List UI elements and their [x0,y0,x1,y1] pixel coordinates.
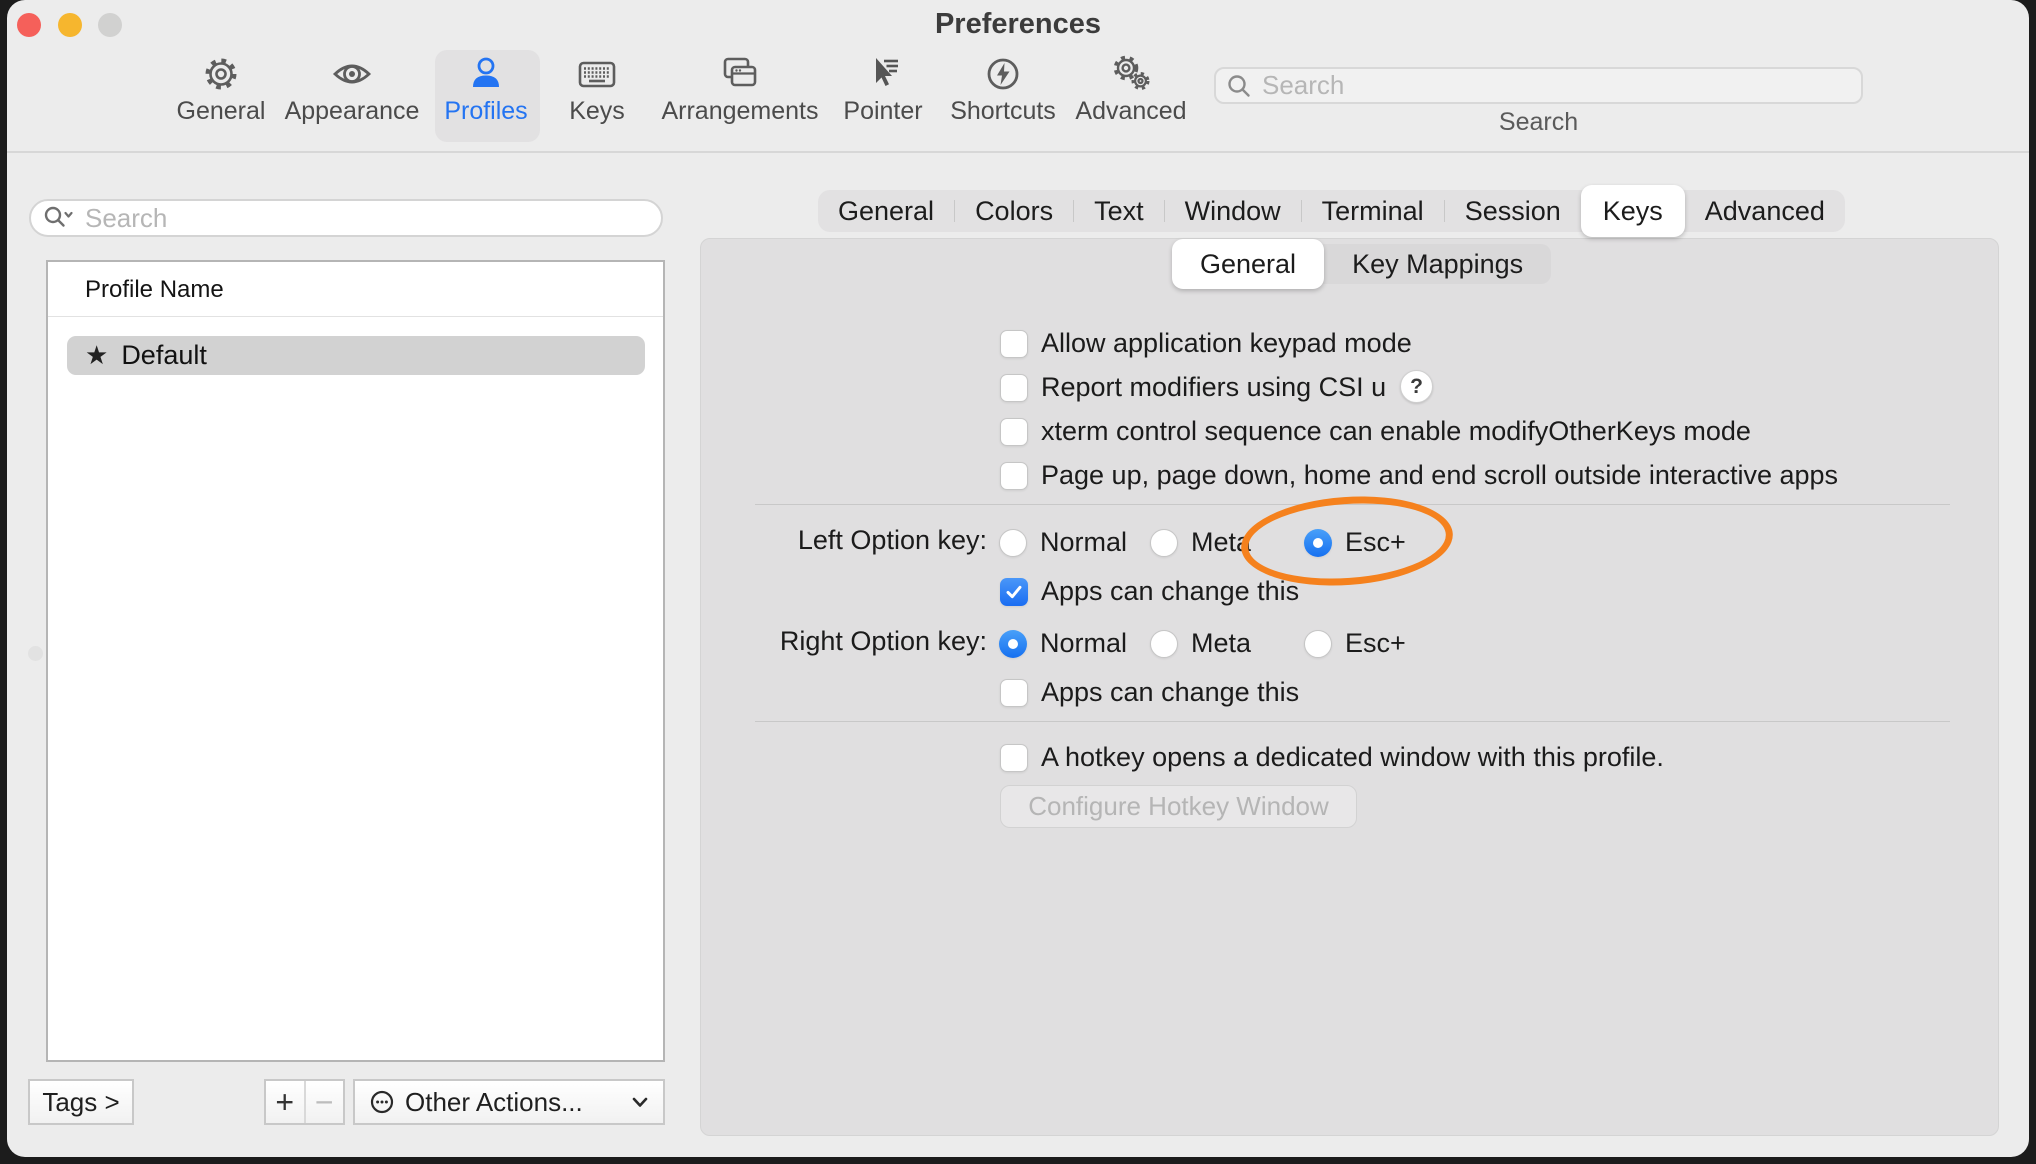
tab-window[interactable]: Window [1165,196,1301,227]
checkbox-right-apps-change[interactable]: Apps can change this [1000,677,1299,708]
checkbox-label: Page up, page down, home and end scroll … [1041,460,1838,491]
tab-session[interactable]: Session [1445,196,1581,227]
radio-label: Normal [1040,527,1127,558]
toolbar-search-input[interactable] [1260,69,1851,102]
gear-icon [199,54,243,94]
radio-left-meta[interactable]: Meta [1150,527,1251,558]
tab-keys[interactable]: Keys [1581,185,1685,237]
circled-ellipsis-icon [369,1089,395,1115]
cursor-icon [861,54,905,94]
checkbox-modify-other-keys[interactable]: xterm control sequence can enable modify… [1000,416,1751,447]
toolbar-item-advanced[interactable]: Advanced [1056,54,1206,126]
toolbar-item-label: General [177,97,266,126]
checkbox-page-scroll[interactable]: Page up, page down, home and end scroll … [1000,460,1838,491]
keyboard-icon [575,54,619,94]
search-scope-icon [43,205,75,231]
subtab-general[interactable]: General [1172,239,1324,289]
radio-right-normal[interactable]: Normal [999,628,1127,659]
subtab-key-mappings[interactable]: Key Mappings [1324,249,1551,280]
profile-list: Profile Name ★ Default [46,260,665,1062]
toolbar-item-label: Advanced [1075,97,1186,126]
profile-search-field[interactable] [29,199,663,237]
other-actions-label: Other Actions... [405,1087,631,1118]
radio-left-normal[interactable]: Normal [999,527,1127,558]
tags-button[interactable]: Tags > [28,1079,134,1125]
tab-advanced[interactable]: Advanced [1685,196,1845,227]
tab-colors[interactable]: Colors [955,196,1073,227]
star-icon: ★ [85,340,108,371]
profile-list-header: Profile Name [85,276,224,304]
checkbox-left-apps-change[interactable]: Apps can change this [1000,576,1299,607]
toolbar-item-general[interactable]: General [146,54,296,126]
gears-icon [1109,54,1153,94]
profile-name: Default [121,340,207,371]
radio-label: Esc+ [1345,628,1406,659]
radio-right-meta[interactable]: Meta [1150,628,1251,659]
left-option-label: Left Option key: [667,525,987,556]
radio-circle [1150,630,1178,658]
toolbar-item-arrangements[interactable]: Arrangements [665,54,815,126]
windows-icon [718,54,762,94]
radio-circle [999,529,1027,557]
checkbox-csi-u[interactable]: Report modifiers using CSI u [1000,372,1386,403]
tab-general[interactable]: General [818,196,954,227]
help-button[interactable]: ? [1400,370,1433,403]
toolbar-separator [7,151,2029,153]
header-divider [48,316,663,317]
checkbox-hotkey-window[interactable]: A hotkey opens a dedicated window with t… [1000,742,1664,773]
other-actions-dropdown[interactable]: Other Actions... [353,1079,665,1125]
right-option-label: Right Option key: [667,626,987,657]
checkbox-label: Apps can change this [1041,576,1299,607]
toolbar-item-label: Shortcuts [950,97,1056,126]
toolbar-item-appearance[interactable]: Appearance [277,54,427,126]
checkbox-box [1000,462,1028,490]
checkbox-box [1000,418,1028,446]
toolbar-item-label: Arrangements [661,97,818,126]
toolbar-search-caption: Search [1214,108,1863,137]
radio-label: Meta [1191,628,1251,659]
configure-hotkey-button: Configure Hotkey Window [1000,785,1357,828]
profile-search-input[interactable] [83,202,649,235]
checkbox-allow-keypad[interactable]: Allow application keypad mode [1000,328,1412,359]
preferences-window: Preferences General Appearance Pro [7,0,2029,1157]
tab-terminal[interactable]: Terminal [1302,196,1444,227]
toolbar-item-label: Pointer [843,97,922,126]
add-profile-button[interactable]: + [266,1081,304,1123]
bolt-icon [981,54,1025,94]
checkbox-box [1000,679,1028,707]
remove-profile-button[interactable]: − [304,1081,344,1123]
toolbar-item-label: Appearance [285,97,420,126]
tab-text[interactable]: Text [1074,196,1164,227]
toolbar-item-label: Profiles [444,97,527,126]
section-divider [755,721,1950,722]
window-title: Preferences [7,8,2029,41]
radio-circle [1150,529,1178,557]
radio-right-esc[interactable]: Esc+ [1304,628,1406,659]
eye-icon [330,54,374,94]
add-remove-group: + − [264,1079,345,1125]
divider-handle-dot [28,646,43,661]
profile-row-default[interactable]: ★ Default [67,336,645,375]
toolbar-search-field[interactable] [1214,67,1863,104]
checkbox-box [1000,374,1028,402]
person-icon [464,54,508,94]
checkbox-label: Report modifiers using CSI u [1041,372,1386,403]
keys-subtabs: General Key Mappings [1172,244,1551,284]
radio-circle [1304,630,1332,658]
toolbar-item-keys[interactable]: Keys [522,54,672,126]
chevron-down-icon [631,1096,649,1108]
profile-section-tabs: General Colors Text Window Terminal Sess… [818,190,1845,232]
checkbox-box [1000,330,1028,358]
checkbox-label: Apps can change this [1041,677,1299,708]
checkbox-label: A hotkey opens a dedicated window with t… [1041,742,1664,773]
radio-circle-selected [999,630,1027,658]
search-icon [1226,73,1252,99]
radio-label: Normal [1040,628,1127,659]
checkbox-box [1000,744,1028,772]
checkbox-label: Allow application keypad mode [1041,328,1412,359]
toolbar-item-label: Keys [569,97,625,126]
checkbox-box-checked [1000,578,1028,606]
checkbox-label: xterm control sequence can enable modify… [1041,416,1751,447]
